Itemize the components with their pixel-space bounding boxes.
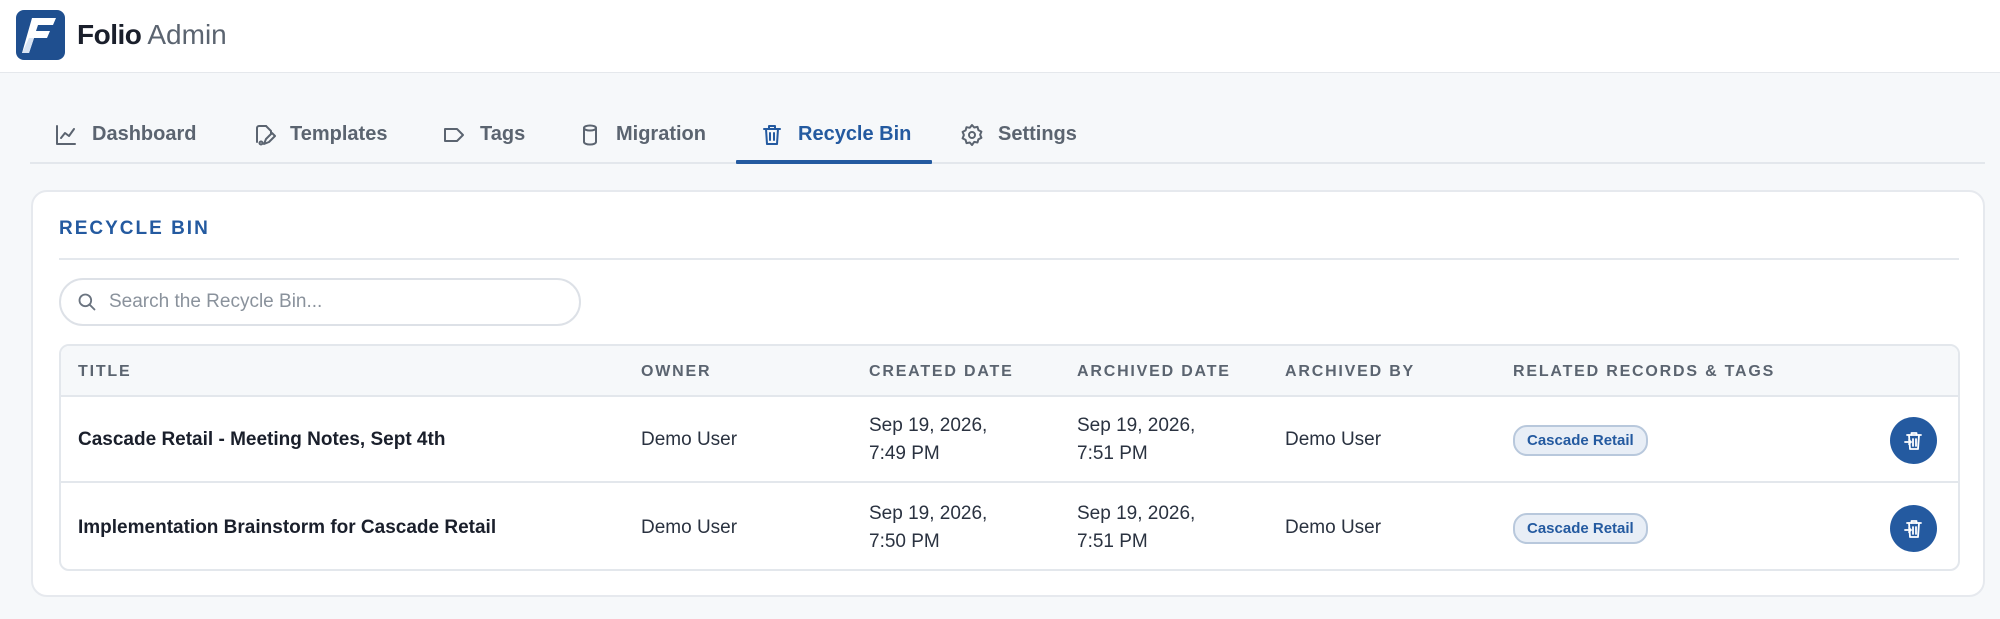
tag-icon [444, 127, 464, 142]
row-created-date: Sep 19, 2026, 7:49 PM [869, 415, 988, 464]
restore-button[interactable] [1890, 505, 1937, 552]
app-brand: Folio Admin [77, 18, 227, 52]
related-record-tag[interactable]: Cascade Retail [1513, 424, 1648, 456]
tab-label: Tags [480, 123, 526, 145]
tab-label: Recycle Bin [798, 123, 912, 145]
row-tags: Cascade Retail [1513, 397, 1648, 483]
main-tabs: Dashboard Templates Tags Migration Recyc… [30, 105, 1985, 164]
panel-title: RECYCLE BIN [59, 218, 210, 239]
column-header-archived-date[interactable]: ARCHIVED DATE [1077, 346, 1231, 397]
tab-label: Dashboard [92, 123, 197, 145]
tab-tags[interactable]: Tags [442, 105, 525, 164]
recycle-bin-panel: RECYCLE BIN TITLE OWNER CREATED DATE ARC… [31, 190, 1985, 597]
restore-button[interactable] [1890, 417, 1937, 464]
tab-label: Settings [998, 123, 1077, 145]
search-box [59, 278, 581, 326]
related-record-tag[interactable]: Cascade Retail [1513, 512, 1648, 544]
column-header-created-date[interactable]: CREATED DATE [869, 346, 1014, 397]
template-icon [256, 124, 276, 145]
row-owner: Demo User [641, 517, 738, 538]
row-title: Cascade Retail - Meeting Notes, Sept 4th [78, 429, 446, 450]
chart-line-icon [56, 124, 76, 145]
gear-icon [961, 123, 983, 146]
folio-logo-icon[interactable] [16, 10, 65, 60]
tab-dashboard[interactable]: Dashboard [54, 105, 196, 164]
search-icon [78, 293, 96, 311]
panel-divider [59, 258, 1959, 260]
restore-trash-icon [1903, 431, 1922, 450]
app-suffix: Admin [147, 19, 227, 50]
table-header: TITLE OWNER CREATED DATE ARCHIVED DATE A… [61, 346, 1958, 397]
tab-migration[interactable]: Migration [578, 105, 706, 164]
restore-trash-icon [1903, 519, 1922, 538]
table-row: Cascade Retail - Meeting Notes, Sept 4th… [61, 397, 1958, 483]
row-owner: Demo User [641, 429, 738, 450]
column-header-title[interactable]: TITLE [78, 346, 131, 397]
recycle-bin-table: TITLE OWNER CREATED DATE ARCHIVED DATE A… [59, 344, 1960, 571]
row-created-date: Sep 19, 2026, 7:50 PM [869, 503, 988, 552]
row-archived-date: Sep 19, 2026, 7:51 PM [1077, 503, 1196, 552]
tab-recycle-bin[interactable]: Recycle Bin [760, 105, 911, 164]
column-header-archived-by[interactable]: ARCHIVED BY [1285, 346, 1415, 397]
row-tags: Cascade Retail [1513, 485, 1648, 569]
row-archived-date: Sep 19, 2026, 7:51 PM [1077, 415, 1196, 464]
row-archived-by: Demo User [1285, 517, 1382, 538]
app-name: Folio [77, 19, 142, 50]
top-bar: Folio Admin [0, 0, 2000, 73]
row-archived-by: Demo User [1285, 429, 1382, 450]
active-tab-indicator [736, 160, 932, 164]
table-row: Implementation Brainstorm for Cascade Re… [61, 485, 1958, 569]
tab-label: Templates [290, 123, 388, 145]
search-input[interactable] [109, 280, 559, 324]
row-title: Implementation Brainstorm for Cascade Re… [78, 517, 497, 538]
tab-settings[interactable]: Settings [960, 105, 1077, 164]
tab-templates[interactable]: Templates [252, 105, 387, 164]
column-header-owner[interactable]: OWNER [641, 346, 711, 397]
column-header-related-records-tags: RELATED RECORDS & TAGS [1513, 363, 1776, 380]
database-icon [583, 124, 597, 145]
tab-label: Migration [616, 123, 706, 145]
trash-icon [763, 124, 781, 145]
